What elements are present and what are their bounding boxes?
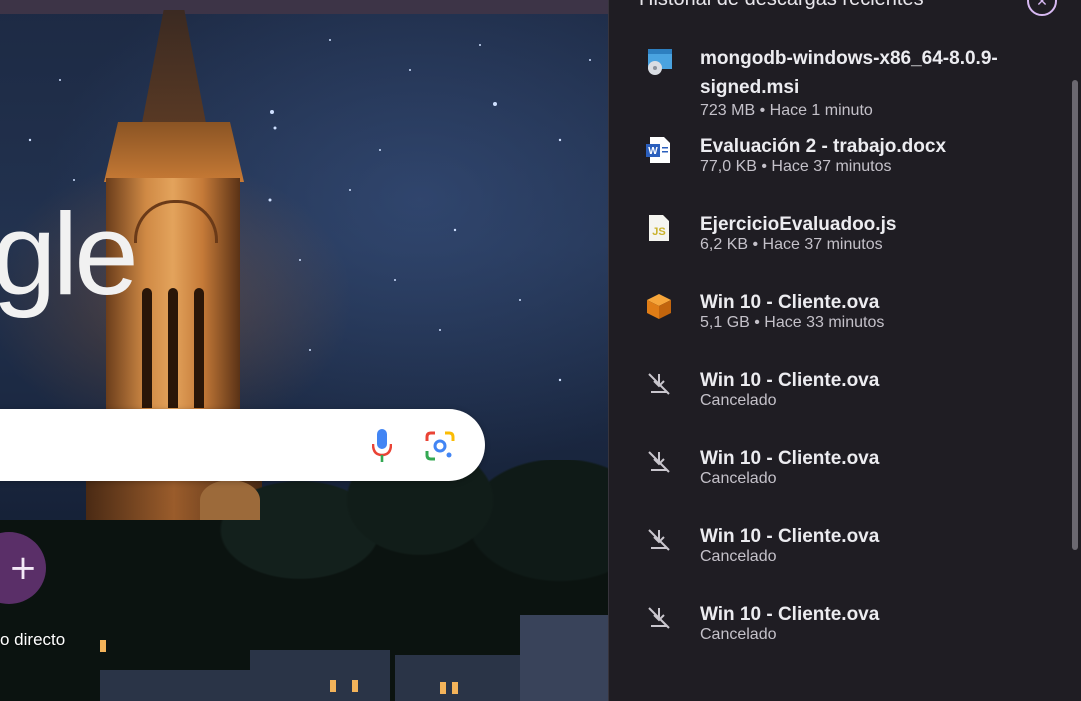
download-item[interactable]: mongodb-windows-x86_64-8.0.9-signed.msi … xyxy=(609,36,1069,124)
browser-window: gle + o directo Historial de descargas r… xyxy=(0,0,1081,701)
download-status: 77,0 KB • Hace 37 minutos xyxy=(700,158,892,175)
close-button[interactable]: ✕ xyxy=(1027,0,1057,16)
download-status: 723 MB • Hace 1 minuto xyxy=(700,102,873,119)
download-status: 5,1 GB • Hace 33 minutos xyxy=(700,314,885,331)
download-item[interactable]: Win 10 - Cliente.ova Cancelado xyxy=(609,436,1069,514)
download-status: Cancelado xyxy=(700,392,777,409)
google-logo: gle xyxy=(0,189,139,319)
download-status: Cancelado xyxy=(700,548,777,565)
download-item[interactable]: Win 10 - Cliente.ova Cancelado xyxy=(609,514,1069,592)
download-filename: Win 10 - Cliente.ova xyxy=(700,448,880,469)
javascript-file-icon: JS xyxy=(649,215,669,241)
download-status: Cancelado xyxy=(700,470,777,487)
download-filename: Evaluación 2 - trabajo.docx xyxy=(700,136,947,157)
download-cancelled-icon xyxy=(648,373,670,395)
download-item[interactable]: W Evaluación 2 - trabajo.docx 77,0 KB • … xyxy=(609,124,1069,202)
download-filename: mongodb-windows-x86_64-8.0.9-signed.msi xyxy=(700,48,998,98)
panel-scrollbar[interactable] xyxy=(1072,80,1078,550)
new-tab-page: gle + o directo xyxy=(0,0,608,701)
downloads-panel: Historial de descargas recientes ✕ mongo… xyxy=(608,0,1081,701)
virtualbox-appliance-icon xyxy=(647,294,671,319)
svg-text:W: W xyxy=(648,146,658,157)
download-item[interactable]: Win 10 - Cliente.ova Cancelado xyxy=(609,358,1069,436)
download-status: Cancelado xyxy=(700,626,777,643)
close-icon: ✕ xyxy=(1036,0,1048,9)
plus-icon: + xyxy=(8,548,38,588)
download-filename: Win 10 - Cliente.ova xyxy=(700,292,880,313)
download-cancelled-icon xyxy=(648,607,670,629)
download-filename: Win 10 - Cliente.ova xyxy=(700,604,880,625)
downloads-panel-title: Historial de descargas recientes xyxy=(639,0,924,11)
download-item[interactable]: JS EjercicioEvaluadoo.js 6,2 KB • Hace 3… xyxy=(609,202,1069,280)
shortcut-label: o directo xyxy=(0,630,66,649)
download-cancelled-icon xyxy=(648,451,670,473)
download-status: 6,2 KB • Hace 37 minutos xyxy=(700,236,883,253)
google-lens-icon[interactable] xyxy=(425,431,455,461)
download-cancelled-icon xyxy=(648,529,670,551)
download-item[interactable]: Win 10 - Cliente.ova Cancelado xyxy=(609,592,1069,670)
voice-search-icon[interactable] xyxy=(372,429,392,463)
search-box[interactable] xyxy=(0,409,485,481)
download-filename: Win 10 - Cliente.ova xyxy=(700,526,880,547)
word-document-icon: W xyxy=(646,137,670,163)
download-item[interactable]: Win 10 - Cliente.ova 5,1 GB • Hace 33 mi… xyxy=(609,280,1069,358)
downloads-list: mongodb-windows-x86_64-8.0.9-signed.msi … xyxy=(609,36,1069,670)
download-filename: EjercicioEvaluadoo.js xyxy=(700,214,897,235)
svg-text:JS: JS xyxy=(652,226,665,238)
installer-icon xyxy=(648,49,672,75)
download-filename: Win 10 - Cliente.ova xyxy=(700,370,880,391)
